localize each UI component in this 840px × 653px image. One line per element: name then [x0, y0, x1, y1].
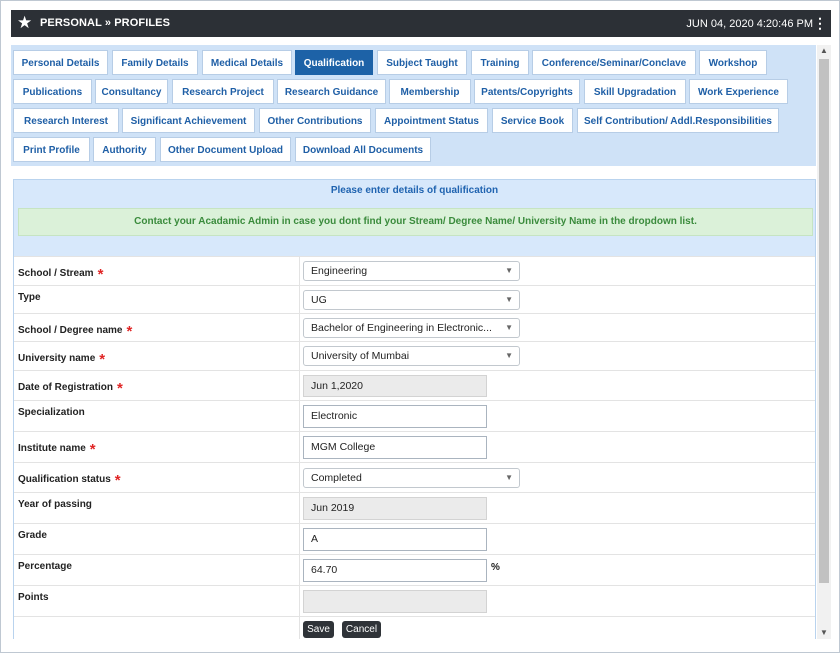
field-label: School / Stream *	[18, 266, 104, 283]
tab-strip: Personal Details Family Details Medical …	[11, 45, 816, 166]
row-registration-date: Date of Registration * Jun 1,2020	[14, 370, 815, 401]
chevron-down-icon: ▼	[505, 473, 513, 482]
save-button[interactable]: Save	[303, 621, 334, 638]
row-qualification-status: Qualification status * Completed ▼	[14, 462, 815, 493]
field-label: University name *	[18, 351, 106, 368]
row-institute: Institute name * MGM College	[14, 431, 815, 463]
tab-significant-achievement[interactable]: Significant Achievement	[122, 108, 255, 133]
form-header: Please enter details of qualification Co…	[14, 180, 815, 256]
row-school-stream: School / Stream * Engineering ▼	[14, 256, 815, 286]
tab-other-document-upload[interactable]: Other Document Upload	[160, 137, 291, 162]
row-type: Type UG ▼	[14, 285, 815, 314]
tab-membership[interactable]: Membership	[389, 79, 471, 104]
institute-input[interactable]: MGM College	[303, 436, 487, 459]
field-label: School / Degree name *	[18, 323, 133, 340]
form-title: Please enter details of qualification	[330, 185, 499, 196]
field-label: Institute name *	[18, 441, 96, 458]
tab-subject-taught[interactable]: Subject Taught	[377, 50, 467, 75]
qualification-status-select[interactable]: Completed ▼	[303, 468, 520, 488]
tab-self-contribution[interactable]: Self Contribution/ Addl.Responsibilities	[577, 108, 779, 133]
tab-skill-upgradation[interactable]: Skill Upgradation	[584, 79, 686, 104]
tab-research-interest[interactable]: Research Interest	[13, 108, 119, 133]
star-icon: ★	[17, 13, 33, 32]
row-points: Points	[14, 585, 815, 617]
info-notice: Contact your Acadamic Admin in case you …	[18, 208, 813, 236]
tab-research-project[interactable]: Research Project	[172, 79, 274, 104]
tab-personal-details[interactable]: Personal Details	[13, 50, 108, 75]
grade-input[interactable]: A	[303, 528, 487, 551]
chevron-down-icon: ▼	[505, 295, 513, 304]
chevron-down-icon: ▼	[505, 323, 513, 332]
percent-unit: %	[491, 562, 500, 573]
scroll-thumb[interactable]	[819, 59, 829, 583]
tab-patents[interactable]: Patents/Copyrights	[474, 79, 580, 104]
university-select[interactable]: University of Mumbai ▼	[303, 346, 520, 366]
row-grade: Grade A	[14, 523, 815, 555]
row-university: University name * University of Mumbai ▼	[14, 341, 815, 371]
field-label: Qualification status *	[18, 472, 121, 489]
tab-training[interactable]: Training	[471, 50, 529, 75]
percentage-input[interactable]: 64.70	[303, 559, 487, 582]
row-degree-name: School / Degree name * Bachelor of Engine…	[14, 313, 815, 342]
tab-family-details[interactable]: Family Details	[112, 50, 198, 75]
cancel-button[interactable]: Cancel	[342, 621, 381, 638]
field-label: Points	[18, 592, 49, 603]
field-label: Year of passing	[18, 499, 92, 510]
tab-medical-details[interactable]: Medical Details	[202, 50, 292, 75]
degree-name-select[interactable]: Bachelor of Engineering in Electronic...…	[303, 318, 520, 338]
tab-research-guidance[interactable]: Research Guidance	[277, 79, 386, 104]
content-area: Personal Details Family Details Medical …	[11, 45, 816, 639]
top-bar: ★ PERSONAL » PROFILES JUN 04, 2020 4:20:…	[11, 10, 831, 37]
page-title: PERSONAL » PROFILES	[40, 17, 171, 29]
tab-service-book[interactable]: Service Book	[492, 108, 573, 133]
specialization-input[interactable]: Electronic	[303, 405, 487, 428]
tab-conference[interactable]: Conference/Seminar/Conclave	[532, 50, 696, 75]
row-percentage: Percentage 64.70 %	[14, 554, 815, 586]
type-select[interactable]: UG ▼	[303, 290, 520, 310]
tab-appointment-status[interactable]: Appointment Status	[375, 108, 488, 133]
field-label: Grade	[18, 530, 47, 541]
registration-date-field: Jun 1,2020	[303, 375, 487, 397]
date-time: JUN 04, 2020 4:20:46 PM	[686, 18, 813, 30]
row-specialization: Specialization Electronic	[14, 400, 815, 432]
chevron-down-icon: ▼	[505, 351, 513, 360]
row-year-of-passing: Year of passing Jun 2019	[14, 492, 815, 524]
chevron-down-icon[interactable]: ▼	[817, 627, 831, 639]
points-field	[303, 590, 487, 613]
tab-workshop[interactable]: Workshop	[699, 50, 767, 75]
tab-qualification[interactable]: Qualification	[295, 50, 373, 75]
row-actions: Save Cancel	[14, 616, 815, 639]
tab-authority[interactable]: Authority	[93, 137, 156, 162]
app-window: ★ PERSONAL » PROFILES JUN 04, 2020 4:20:…	[0, 0, 840, 653]
tab-print-profile[interactable]: Print Profile	[13, 137, 90, 162]
chevron-up-icon[interactable]: ▲	[817, 45, 831, 57]
field-label: Percentage	[18, 561, 72, 572]
year-of-passing-field: Jun 2019	[303, 497, 487, 520]
field-label: Specialization	[18, 407, 85, 418]
tab-work-experience[interactable]: Work Experience	[689, 79, 788, 104]
chevron-down-icon: ▼	[505, 266, 513, 275]
tab-publications[interactable]: Publications	[13, 79, 92, 104]
school-stream-select[interactable]: Engineering ▼	[303, 261, 520, 281]
tab-other-contributions[interactable]: Other Contributions	[259, 108, 371, 133]
tab-download-all-documents[interactable]: Download All Documents	[295, 137, 431, 162]
vertical-scrollbar[interactable]: ▲ ▼	[817, 45, 831, 639]
tab-consultancy[interactable]: Consultancy	[95, 79, 168, 104]
kebab-menu-icon[interactable]: ⋮	[813, 15, 827, 31]
field-label: Type	[18, 292, 41, 303]
qualification-form: Please enter details of qualification Co…	[13, 179, 816, 639]
field-label: Date of Registration *	[18, 380, 123, 397]
